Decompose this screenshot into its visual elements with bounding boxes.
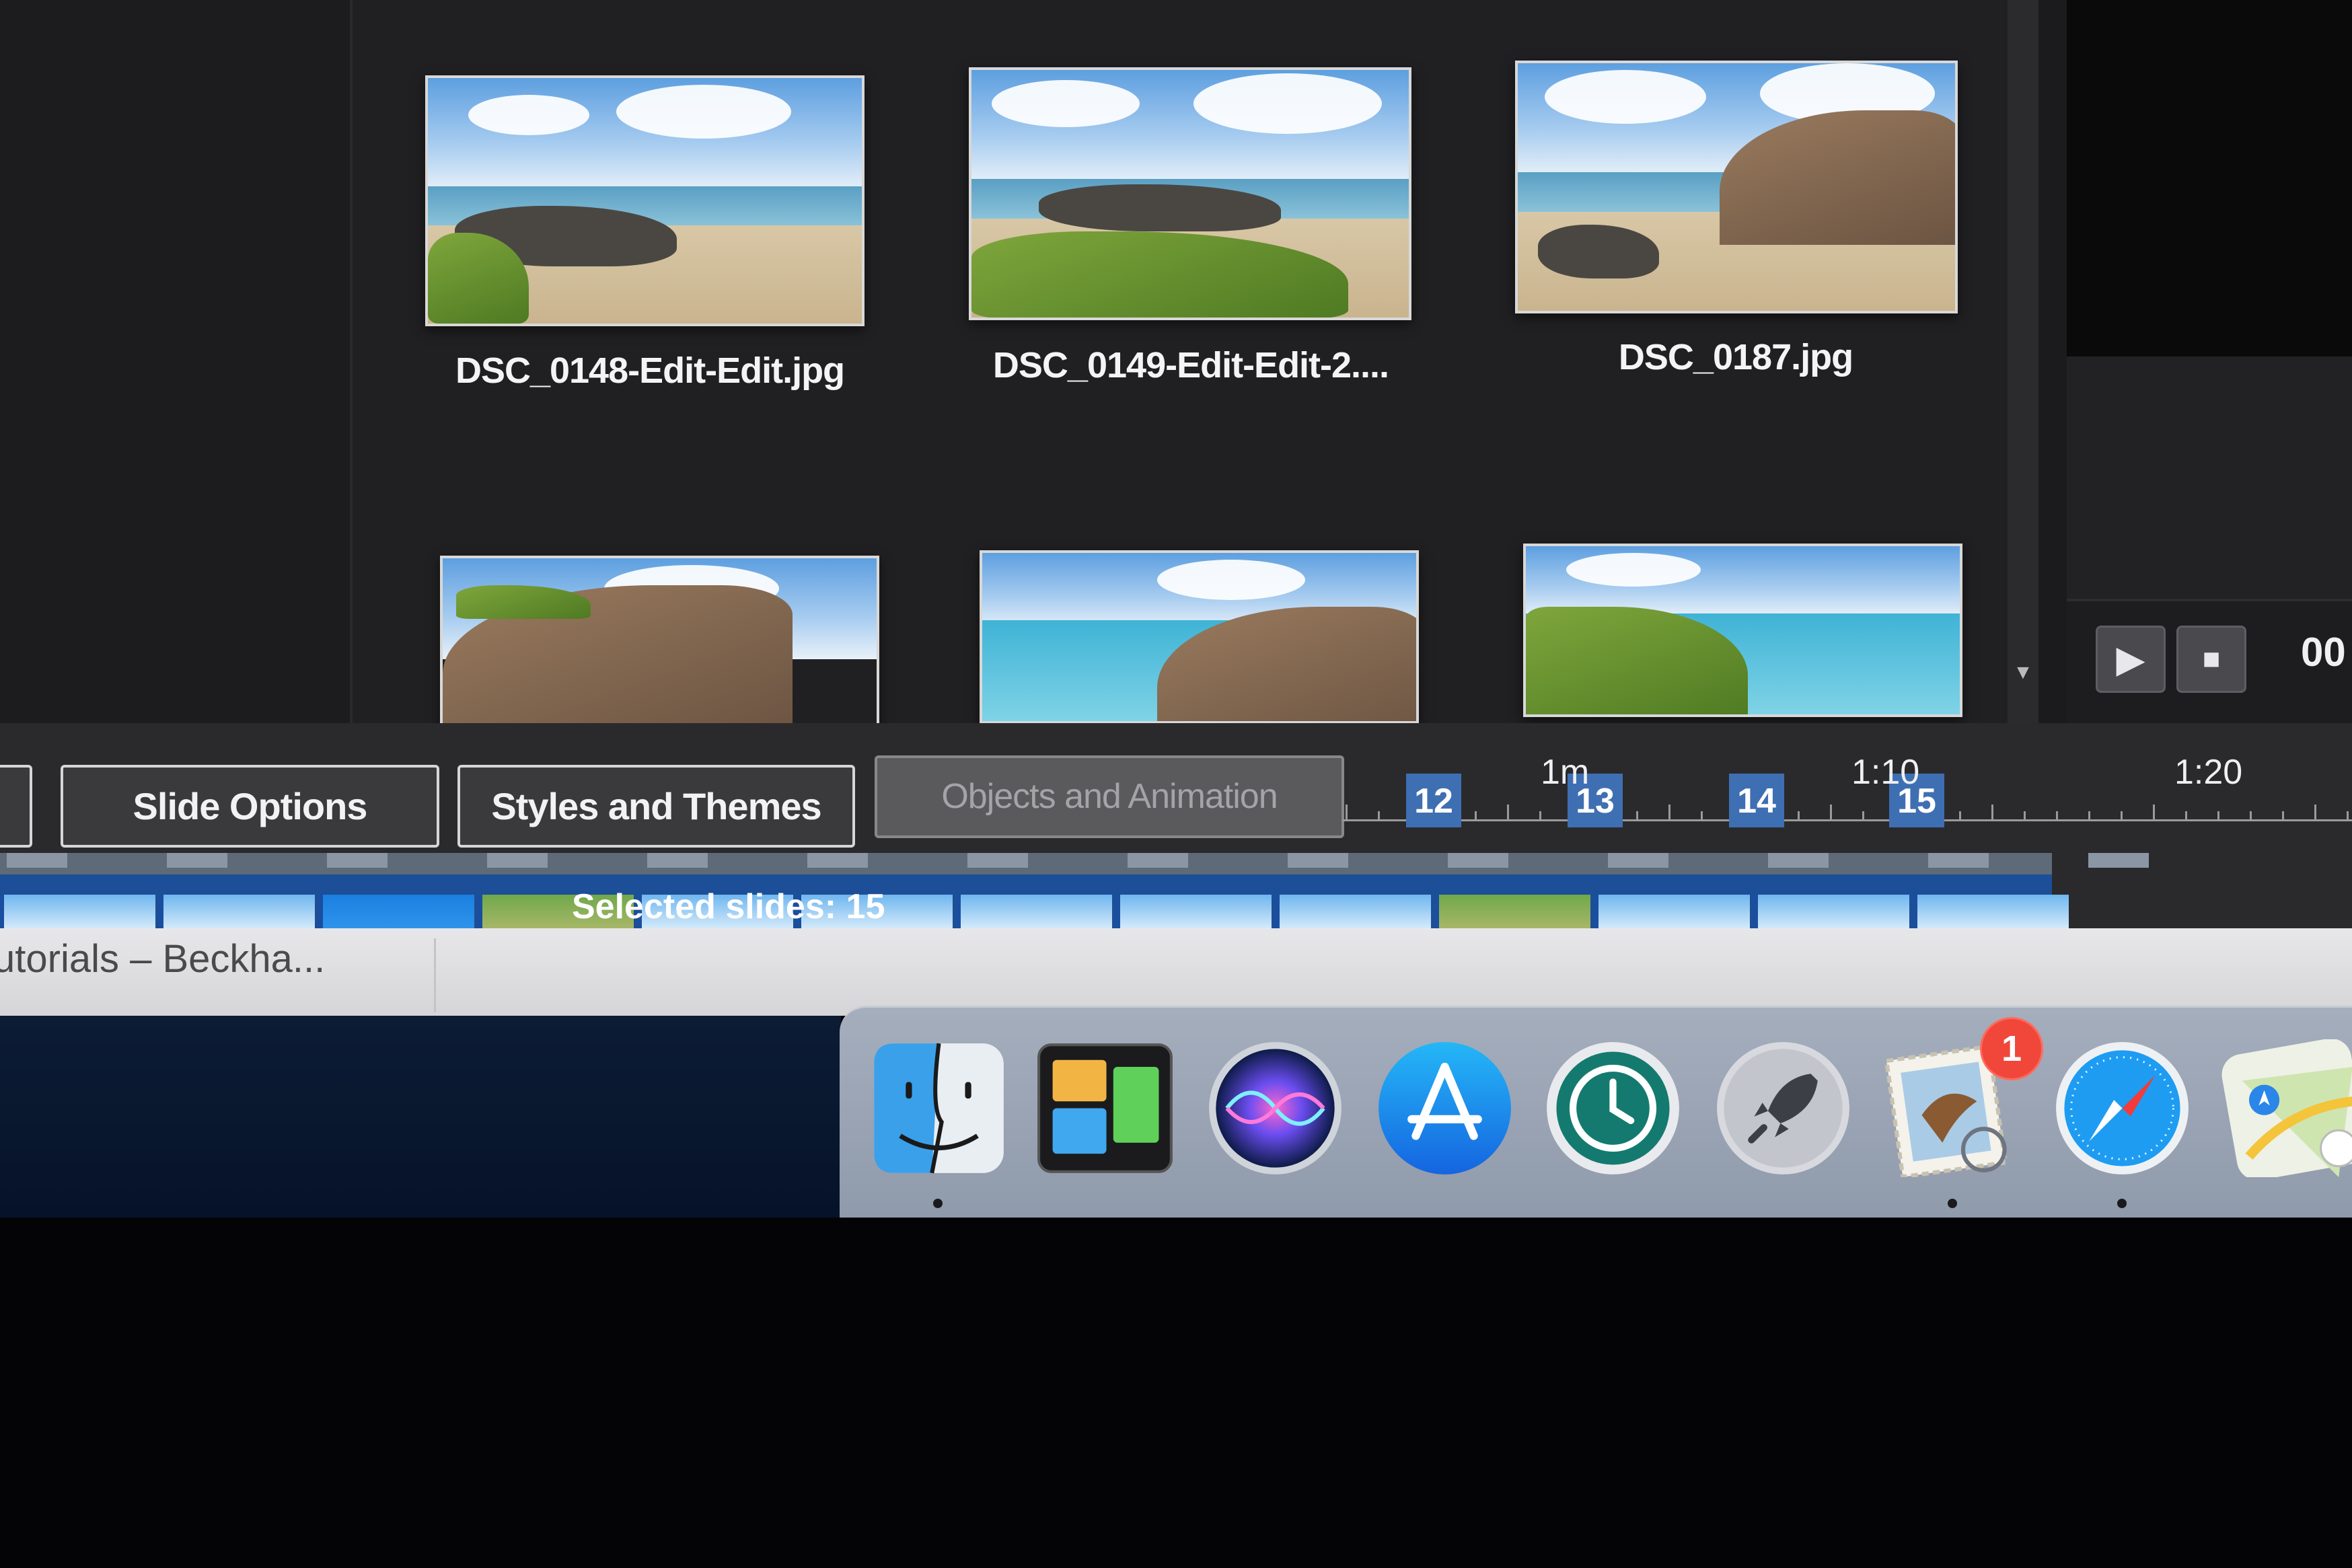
photo-filename-3: DSC_0187.jpg	[1618, 337, 1853, 377]
browser-scrollbar[interactable]	[2008, 0, 2038, 723]
time-machine-icon[interactable]	[1544, 1039, 1682, 1177]
play-icon: ▶	[2116, 638, 2145, 680]
ruler-tick	[1830, 805, 1832, 821]
stop-icon: ■	[2202, 642, 2221, 675]
app-store-icon[interactable]	[1376, 1039, 1514, 1177]
track-segment	[1928, 853, 1989, 868]
ruler-tick	[1991, 805, 1993, 821]
photo-thumbnail-6[interactable]	[1523, 544, 1962, 717]
mail-notification-badge: 1	[1980, 1017, 2043, 1080]
ruler-tick	[1378, 811, 1380, 821]
photo-filename-1: DSC_0148-Edit-Edit.jpg	[455, 350, 845, 391]
track-segment	[1768, 853, 1829, 868]
ruler-tick	[1539, 811, 1541, 821]
timeline-ruler	[1342, 819, 2352, 821]
scroll-down-arrow-icon[interactable]: ▼	[2012, 659, 2034, 686]
photo-thumbnail-1[interactable]	[425, 75, 865, 326]
track-segment	[1128, 853, 1188, 868]
ruler-tick	[2282, 811, 2284, 821]
ruler-tick	[1668, 805, 1670, 821]
time-label-1m: 1m	[1541, 753, 1590, 792]
tab-divider	[434, 938, 436, 1012]
ruler-tick	[1636, 811, 1638, 821]
tab-styles-and-themes[interactable]: Styles and Themes	[457, 765, 855, 848]
track-segment	[2088, 853, 2149, 868]
photo-filename-2: DSC_0149-Edit-Edit-2....	[992, 345, 1389, 385]
ruler-tick	[2250, 811, 2252, 821]
safari-icon[interactable]	[2053, 1039, 2191, 1177]
track-segment	[1448, 853, 1508, 868]
window-tab-bar	[0, 928, 2352, 1016]
ruler-tick	[2088, 811, 2090, 821]
track-segment	[167, 853, 227, 868]
ruler-tick	[2314, 805, 2316, 821]
play-button[interactable]: ▶	[2096, 626, 2166, 693]
track-segment	[487, 853, 548, 868]
ruler-tick	[1701, 811, 1703, 821]
ruler-tick	[2024, 811, 2026, 821]
ruler-tick	[2217, 811, 2219, 821]
finder-running-indicator	[933, 1199, 943, 1208]
track-segment	[647, 853, 708, 868]
ruler-tick	[2347, 811, 2349, 821]
ruler-tick	[1798, 811, 1800, 821]
ruler-tick	[1346, 805, 1348, 821]
maps-icon[interactable]	[2221, 1038, 2352, 1181]
desktop-wallpaper	[0, 1016, 841, 1218]
left-panel	[0, 0, 353, 723]
time-label-1-20: 1:20	[2174, 753, 2243, 792]
finder-icon[interactable]	[870, 1039, 1008, 1177]
safari-running-indicator	[2117, 1199, 2127, 1208]
track-segment	[807, 853, 868, 868]
siri-icon[interactable]	[1206, 1039, 1344, 1177]
ruler-tick	[1862, 811, 1864, 821]
time-label-1-10: 1:10	[1851, 753, 1920, 792]
tab-stub[interactable]	[0, 765, 32, 848]
photo-thumbnail-5[interactable]	[980, 550, 1419, 724]
mission-control-icon[interactable]	[1036, 1039, 1174, 1177]
ruler-tick	[2185, 811, 2187, 821]
ruler-tick	[2153, 805, 2155, 821]
track-segment	[7, 853, 67, 868]
ruler-tick	[1959, 811, 1961, 821]
photo-thumbnail-3[interactable]	[1515, 61, 1958, 313]
track-segment	[967, 853, 1028, 868]
ruler-tick	[2056, 811, 2058, 821]
ruler-tick	[2121, 811, 2123, 821]
window-title[interactable]: utorials – Beckha...	[0, 936, 325, 981]
slide-marker-14[interactable]: 14	[1729, 774, 1784, 827]
launchpad-icon[interactable]	[1714, 1039, 1852, 1177]
photo-thumbnail-2[interactable]	[969, 67, 1411, 320]
time-display: 00	[2301, 630, 2346, 675]
mail-running-indicator	[1948, 1199, 1957, 1208]
preview-area	[2067, 0, 2352, 357]
ruler-tick	[1507, 805, 1509, 821]
tab-objects-and-animation[interactable]: Objects and Animation	[875, 755, 1344, 838]
stop-button[interactable]: ■	[2176, 626, 2246, 693]
track-segment	[1608, 853, 1668, 868]
screen-bezel	[0, 1218, 2352, 1568]
ruler-tick	[1475, 811, 1477, 821]
track-segment	[327, 853, 388, 868]
slide-marker-12[interactable]: 12	[1406, 774, 1461, 827]
track-segment	[1288, 853, 1348, 868]
photo-thumbnail-4[interactable]	[440, 556, 879, 729]
selected-slides-label: Selected slides: 15	[572, 887, 885, 926]
tab-slide-options[interactable]: Slide Options	[61, 765, 439, 848]
